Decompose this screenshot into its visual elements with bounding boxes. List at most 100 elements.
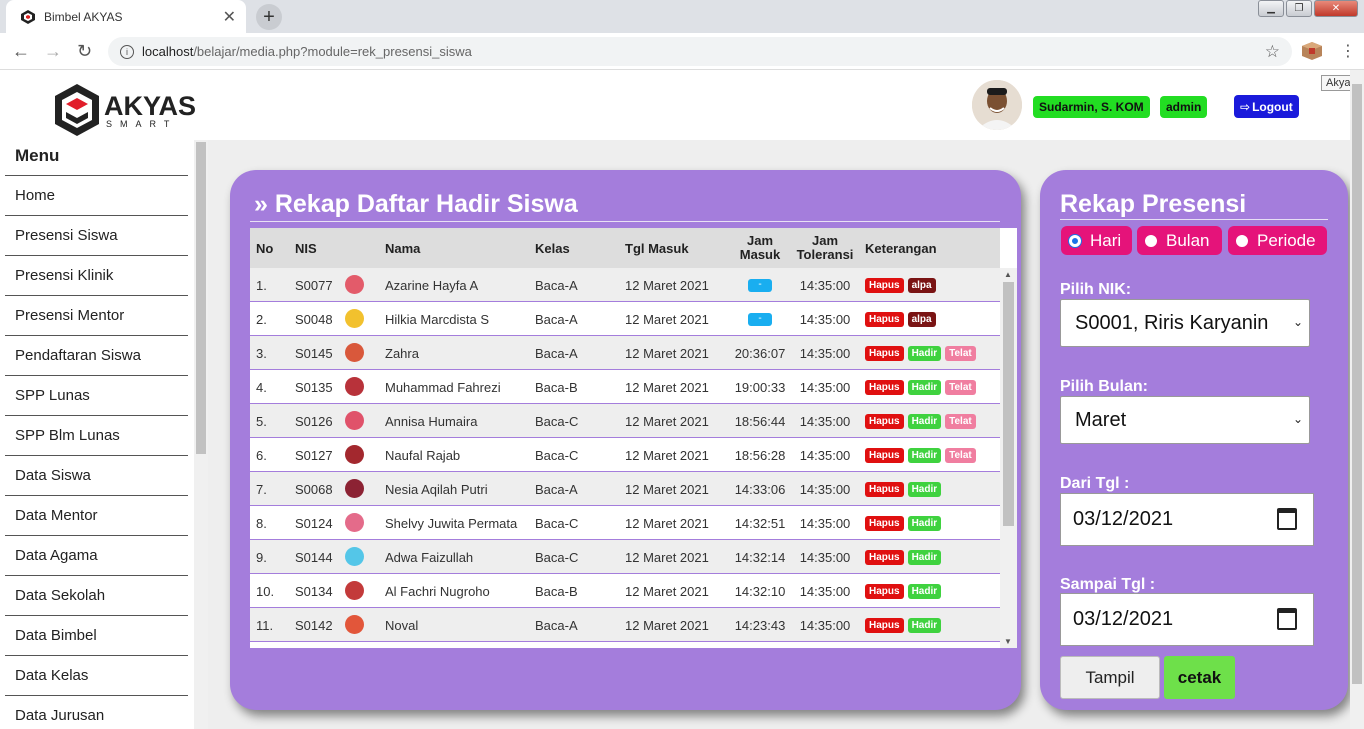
hadir-badge: Hadir — [907, 481, 942, 497]
radio-bulan[interactable]: Bulan — [1137, 226, 1222, 255]
logout-label: Logout — [1252, 99, 1293, 114]
akyas-logo[interactable]: AKYAS SMART — [52, 82, 202, 138]
hapus-badge[interactable]: Hapus — [865, 447, 904, 463]
row-kelas: Baca-C — [535, 515, 579, 531]
row-no: 11. — [256, 617, 274, 633]
row-keterangan: Hapus Hadir — [865, 506, 945, 540]
extension-box-icon[interactable] — [1300, 40, 1324, 62]
user-role-badge: admin — [1160, 96, 1208, 118]
sidebar-item-data-bimbel[interactable]: Data Bimbel — [5, 615, 188, 655]
presensi-title: Rekap Presensi — [1060, 190, 1247, 218]
logout-button[interactable]: ⇨ Logout — [1234, 95, 1299, 118]
hapus-badge[interactable]: Hapus — [865, 379, 904, 395]
akyas-favicon-icon — [21, 9, 35, 24]
browser-menu-icon[interactable]: ⋮ — [1340, 41, 1356, 61]
hadir-badge: Hadir — [907, 379, 942, 395]
radio-periode[interactable]: Periode — [1228, 226, 1327, 255]
sidebar-item-data-siswa[interactable]: Data Siswa — [5, 455, 188, 495]
user-avatar[interactable] — [972, 80, 1022, 130]
student-avatar — [345, 309, 364, 328]
sidebar-item-data-sekolah[interactable]: Data Sekolah — [5, 575, 188, 615]
browser-tab[interactable]: Bimbel AKYAS ✕ — [6, 0, 246, 33]
table-scrollbar[interactable]: ▲ ▼ — [1000, 268, 1017, 648]
maximize-icon[interactable]: ❐ — [1286, 0, 1312, 17]
sampai-tgl-input[interactable]: 03/12/2021 — [1060, 593, 1314, 646]
forward-icon[interactable]: → — [44, 41, 62, 62]
student-avatar — [345, 275, 364, 294]
page-scroll-thumb[interactable] — [1352, 84, 1362, 684]
bulan-select[interactable]: Maret ⌄ — [1060, 396, 1310, 444]
new-tab-button[interactable]: + — [256, 4, 282, 30]
hadir-badge: Hadir — [907, 515, 942, 531]
rekap-title: » Rekap Daftar Hadir Siswa — [254, 190, 578, 218]
table-header: No NIS Nama Kelas Tgl Masuk Jam Masuk Ja… — [250, 228, 1000, 268]
page-scrollbar[interactable] — [1350, 70, 1364, 729]
sidebar-item-spp-blm-lunas[interactable]: SPP Blm Lunas — [5, 415, 188, 455]
radio-hari[interactable]: Hari — [1061, 226, 1132, 255]
row-no: 8. — [256, 515, 267, 531]
site-info-icon[interactable]: i — [120, 44, 134, 59]
sidebar-item-data-kelas[interactable]: Data Kelas — [5, 655, 188, 695]
sidebar-scroll-thumb[interactable] — [196, 142, 206, 454]
hapus-badge[interactable]: Hapus — [865, 345, 904, 361]
row-jam-toleransi: 14:35:00 — [799, 481, 851, 497]
scroll-up-icon[interactable]: ▲ — [1004, 270, 1012, 279]
sidebar-item-spp-lunas[interactable]: SPP Lunas — [5, 375, 188, 415]
row-jam-toleransi: 14:35:00 — [799, 447, 851, 463]
radio-periode-dot[interactable] — [1236, 234, 1248, 247]
hapus-badge[interactable]: Hapus — [865, 311, 904, 327]
col-nama: Nama — [385, 240, 421, 256]
hapus-badge[interactable]: Hapus — [865, 277, 904, 293]
scroll-down-icon[interactable]: ▼ — [1004, 637, 1012, 646]
sidebar-item-data-jurusan[interactable]: Data Jurusan — [5, 695, 188, 729]
hapus-badge[interactable]: Hapus — [865, 515, 904, 531]
row-no: 6. — [256, 447, 267, 463]
tab-close-icon[interactable]: ✕ — [223, 7, 236, 27]
sidebar-item-data-mentor[interactable]: Data Mentor — [5, 495, 188, 535]
student-avatar — [345, 615, 364, 634]
sidebar-item-presensi-klinik[interactable]: Presensi Klinik — [5, 255, 188, 295]
hapus-badge[interactable]: Hapus — [865, 583, 904, 599]
tampil-button[interactable]: Tampil — [1060, 656, 1160, 699]
sidebar-item-data-agama[interactable]: Data Agama — [5, 535, 188, 575]
row-nama: Al Fachri Nugroho — [385, 583, 490, 599]
row-nis: S0127 — [295, 447, 333, 463]
minimize-icon[interactable]: ▁ — [1258, 0, 1284, 17]
row-keterangan: Hapus Hadir Telat — [865, 404, 980, 438]
sidebar-scrollbar[interactable] — [194, 140, 208, 729]
row-nama: Noval — [385, 617, 419, 633]
row-no: 9. — [256, 549, 267, 565]
window-close-icon[interactable]: ✕ — [1314, 0, 1358, 17]
nik-select[interactable]: S0001, Riris Karyanin ⌄ — [1060, 299, 1310, 347]
row-no: 4. — [256, 379, 267, 395]
hapus-badge[interactable]: Hapus — [865, 549, 904, 565]
calendar-icon[interactable] — [1277, 608, 1297, 630]
col-jam-toleransi: Jam Toleransi — [796, 233, 854, 262]
cetak-button[interactable]: cetak — [1164, 656, 1235, 699]
url-input[interactable]: i localhost /belajar/media.php?module=re… — [108, 37, 1292, 66]
row-jam-masuk-cell: 14:32:51 — [735, 506, 786, 540]
table-scroll-thumb[interactable] — [1003, 282, 1014, 526]
browser-tabbar: Bimbel AKYAS ✕ + ▁ ❐ ✕ — [0, 0, 1364, 33]
bookmark-star-icon[interactable]: ☆ — [1265, 42, 1280, 62]
hapus-badge[interactable]: Hapus — [865, 481, 904, 497]
row-tgl-masuk: 12 Maret 2021 — [625, 379, 709, 395]
sampai-tgl-value: 03/12/2021 — [1073, 608, 1174, 630]
sidebar-item-presensi-mentor[interactable]: Presensi Mentor — [5, 295, 188, 335]
dari-tgl-input[interactable]: 03/12/2021 — [1060, 493, 1314, 546]
hapus-badge[interactable]: Hapus — [865, 413, 904, 429]
radio-hari-dot[interactable] — [1069, 234, 1081, 247]
sidebar-item-home[interactable]: Home — [5, 175, 188, 215]
row-jam-toleransi: 14:35:00 — [799, 311, 851, 327]
radio-bulan-dot[interactable] — [1145, 234, 1157, 247]
row-nis: S0126 — [295, 413, 333, 429]
row-jam-masuk-cell: - — [736, 268, 784, 302]
sidebar-item-presensi-siswa[interactable]: Presensi Siswa — [5, 215, 188, 255]
hapus-badge[interactable]: Hapus — [865, 617, 904, 633]
sidebar-item-pendaftaran-siswa[interactable]: Pendaftaran Siswa — [5, 335, 188, 375]
reload-icon[interactable]: ↻ — [77, 41, 92, 62]
back-icon[interactable]: ← — [12, 41, 30, 62]
window-controls: ▁ ❐ ✕ — [1258, 0, 1358, 17]
calendar-icon[interactable] — [1277, 508, 1297, 530]
url-path: /belajar/media.php?module=rek_presensi_s… — [193, 44, 472, 59]
